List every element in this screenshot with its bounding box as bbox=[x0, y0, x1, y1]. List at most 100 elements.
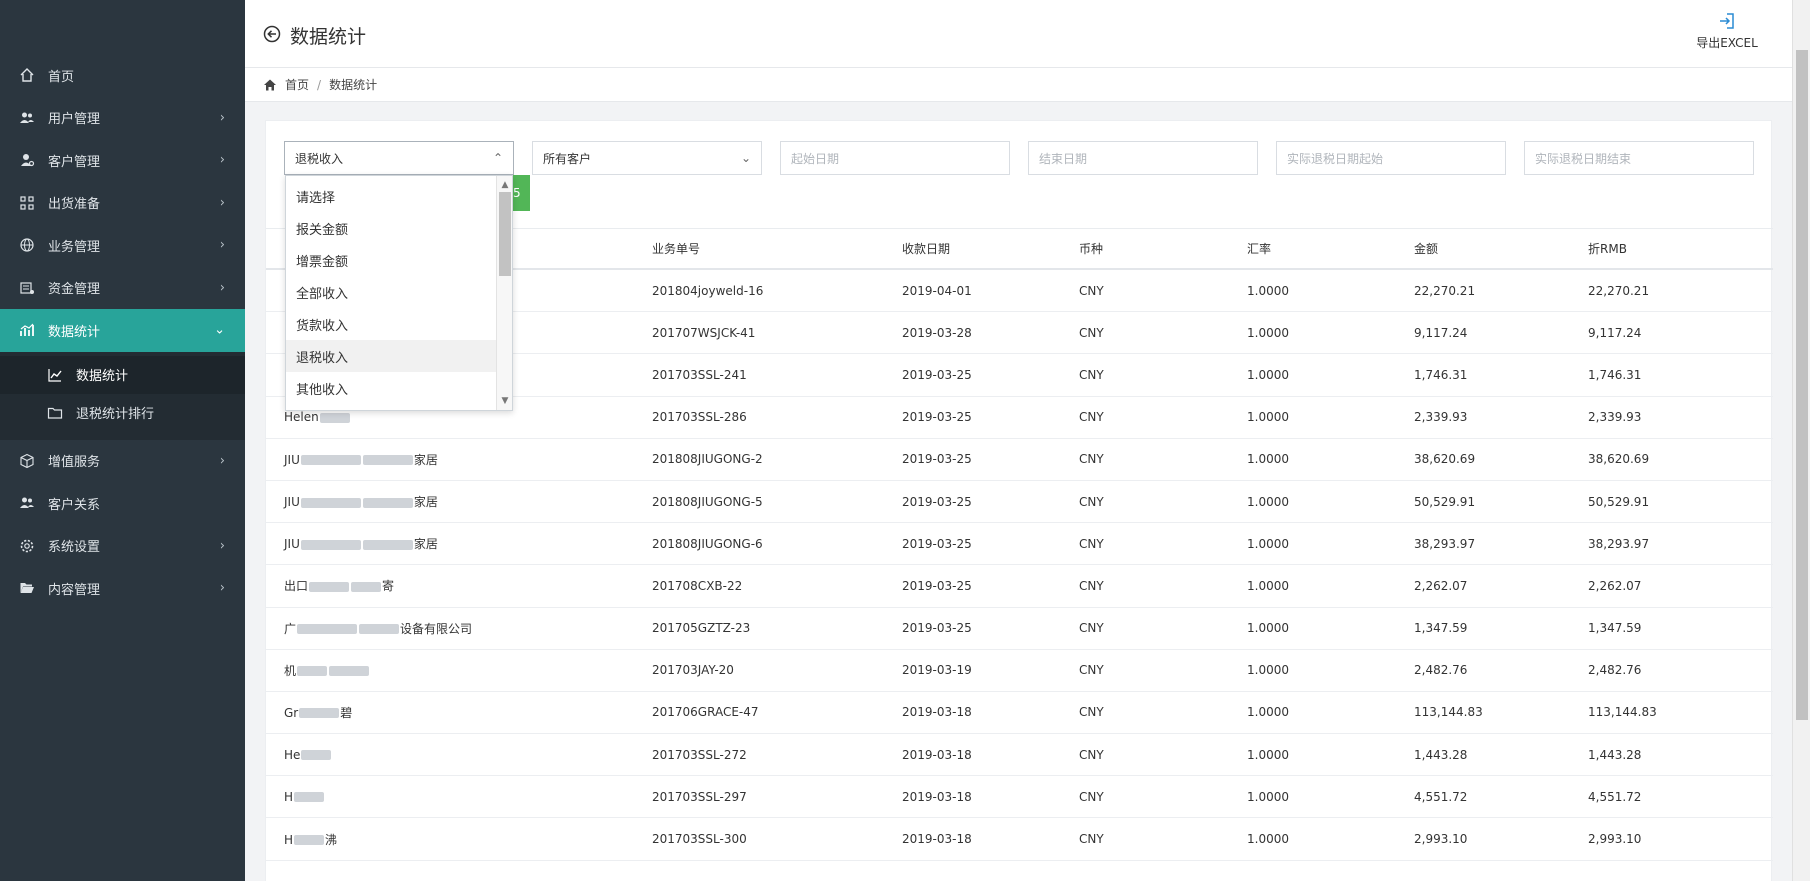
currency-cell: CNY bbox=[1079, 747, 1104, 762]
sidebar-item-customer-management[interactable]: 客户管理 › bbox=[0, 139, 245, 182]
page-scrollbar[interactable] bbox=[1792, 0, 1810, 881]
sidebar-menu: 首页 用户管理 › 客户管理 › 出货准备 › 业务管理 › 资金管理 › 数据… bbox=[0, 54, 245, 610]
order-number-cell: 201808JIUGONG-5 bbox=[652, 494, 763, 509]
customer-name-suffix: 家居 bbox=[413, 537, 438, 552]
refund-end-placeholder: 实际退税日期结束 bbox=[1535, 151, 1632, 166]
chevron-up-icon: ⌃ bbox=[492, 151, 503, 165]
receipt-date-cell: 2019-03-25 bbox=[902, 621, 972, 636]
order-number-cell: 201708CXB-22 bbox=[652, 578, 743, 593]
receipt-date-cell: 2019-03-18 bbox=[902, 789, 972, 804]
table-row[interactable]: JIU 家居 201808JIUGONG-2 2019-03-25 CNY 1.0000 3… bbox=[266, 439, 1773, 481]
table-row[interactable]: H 201703SSL-297 2019-03-18 CNY 1.0000 4,551.7… bbox=[266, 776, 1773, 819]
sidebar-item-label: 首页 bbox=[48, 69, 75, 85]
dropdown-option[interactable]: 其他收入 bbox=[286, 372, 498, 404]
line-chart-icon bbox=[46, 366, 64, 384]
dropdown-scrollbar[interactable]: ▲ ▼ bbox=[496, 176, 512, 410]
order-number-cell: 201804joyweld-16 bbox=[652, 283, 764, 298]
back-arrow-icon[interactable] bbox=[263, 25, 281, 43]
chevron-right-icon: › bbox=[219, 152, 225, 168]
cube-icon bbox=[18, 452, 36, 470]
customer-name-cell: He bbox=[266, 748, 652, 762]
refund-start-date-input[interactable]: 实际退税日期起始 bbox=[1276, 141, 1506, 175]
table-row[interactable]: 广 设备有限公司 201705GZTZ-23 2019-03-25 CNY 1.0000 1… bbox=[266, 608, 1773, 650]
income-type-select[interactable]: 退税收入 ⌃ bbox=[284, 141, 514, 175]
rmb-amount-cell: 22,270.21 bbox=[1588, 283, 1650, 298]
scroll-down-icon[interactable]: ▼ bbox=[497, 394, 513, 408]
customer-name-cell: Helen bbox=[266, 410, 652, 424]
dropdown-option[interactable]: 货款收入 bbox=[286, 308, 498, 340]
sidebar-item-value-added[interactable]: 增值服务 › bbox=[0, 440, 245, 483]
dropdown-scroll-thumb[interactable] bbox=[499, 192, 511, 276]
column-header: 折RMB bbox=[1588, 242, 1627, 256]
sidebar-item-fund-management[interactable]: 资金管理 › bbox=[0, 267, 245, 310]
customer-name-suffix: 寄 bbox=[382, 579, 395, 594]
customer-name-prefix: He bbox=[284, 747, 301, 762]
table-row[interactable]: JIU 家居 201808JIUGONG-5 2019-03-25 CNY 1.0000 5… bbox=[266, 481, 1773, 524]
table-row[interactable]: Gr 碧 201706GRACE-47 2019-03-18 CNY 1.0000 113,… bbox=[266, 692, 1773, 735]
sidebar-item-customer-relations[interactable]: 客户关系 bbox=[0, 482, 245, 525]
sidebar-subitem-label: 退税统计排行 bbox=[76, 407, 155, 422]
chevron-right-icon: › bbox=[219, 195, 225, 211]
export-icon bbox=[1720, 13, 1734, 29]
sidebar-item-user-management[interactable]: 用户管理 › bbox=[0, 97, 245, 140]
breadcrumb-separator: / bbox=[317, 77, 322, 92]
end-date-placeholder: 结束日期 bbox=[1039, 151, 1088, 166]
sidebar-item-label: 系统设置 bbox=[48, 540, 101, 556]
dropdown-option[interactable]: 报关金额 bbox=[286, 212, 498, 244]
sidebar-item-content-management[interactable]: 内容管理 › bbox=[0, 567, 245, 610]
sidebar-item-label: 资金管理 bbox=[48, 282, 101, 298]
customer-name-suffix: 碧 bbox=[340, 705, 353, 720]
table-row[interactable]: JIU 家居 201808JIUGONG-6 2019-03-25 CNY 1.0000 3… bbox=[266, 523, 1773, 566]
customer-name-suffix: 设备有限公司 bbox=[400, 621, 473, 636]
page-scroll-thumb[interactable] bbox=[1796, 50, 1808, 720]
redacted-text bbox=[309, 581, 350, 592]
currency-cell: CNY bbox=[1079, 663, 1104, 678]
sidebar-item-system-settings[interactable]: 系统设置 › bbox=[0, 525, 245, 568]
redacted-text bbox=[351, 581, 382, 592]
redacted-text bbox=[300, 455, 361, 466]
customer-name-cell: JIU 家居 bbox=[266, 535, 652, 552]
customer-name-cell: 机 bbox=[266, 662, 652, 679]
sidebar-subitem-data-statistics[interactable]: 数据统计 bbox=[0, 355, 245, 394]
order-number-cell: 201707WSJCK-41 bbox=[652, 325, 756, 340]
currency-cell: CNY bbox=[1079, 452, 1104, 467]
start-date-placeholder: 起始日期 bbox=[791, 151, 840, 166]
start-date-input[interactable]: 起始日期 bbox=[780, 141, 1010, 175]
table-row[interactable]: 出口 寄 201708CXB-22 2019-03-25 CNY 1.0000 2,262.… bbox=[266, 565, 1773, 608]
breadcrumb: 首页 / 数据统计 bbox=[245, 68, 1792, 102]
end-date-input[interactable]: 结束日期 bbox=[1028, 141, 1258, 175]
column-header: 汇率 bbox=[1247, 242, 1272, 256]
chevron-right-icon: › bbox=[219, 580, 225, 596]
dropdown-option[interactable]: 增票金额 bbox=[286, 244, 498, 276]
dropdown-option[interactable]: 全部收入 bbox=[286, 276, 498, 308]
customer-name-prefix: Helen bbox=[284, 410, 319, 425]
receipt-date-cell: 2019-03-25 bbox=[902, 536, 972, 551]
export-excel-button[interactable]: 导出EXCEL bbox=[1692, 12, 1762, 51]
rmb-amount-cell: 2,993.10 bbox=[1588, 832, 1642, 847]
sidebar-item-label: 增值服务 bbox=[48, 455, 101, 471]
dropdown-option[interactable]: 请选择 bbox=[286, 180, 498, 212]
sidebar-item-business-management[interactable]: 业务管理 › bbox=[0, 224, 245, 267]
sidebar-subitem-refund-ranking[interactable]: 退税统计排行 bbox=[0, 394, 245, 432]
dropdown-option-selected[interactable]: 退税收入 bbox=[286, 340, 498, 372]
breadcrumb-home-link[interactable]: 首页 bbox=[285, 76, 309, 93]
receipt-date-cell: 2019-03-25 bbox=[902, 452, 972, 467]
sidebar-item-home[interactable]: 首页 bbox=[0, 54, 245, 97]
exchange-rate-cell: 1.0000 bbox=[1247, 663, 1289, 678]
refund-end-date-input[interactable]: 实际退税日期结束 bbox=[1524, 141, 1754, 175]
sidebar-item-shipment-prep[interactable]: 出货准备 › bbox=[0, 182, 245, 225]
scroll-up-icon[interactable]: ▲ bbox=[497, 178, 513, 192]
chevron-right-icon: › bbox=[219, 538, 225, 554]
sidebar-item-label: 内容管理 bbox=[48, 582, 101, 598]
exchange-rate-cell: 1.0000 bbox=[1247, 536, 1289, 551]
sidebar-item-data-statistics[interactable]: 数据统计 ⌄ bbox=[0, 309, 245, 352]
customer-select[interactable]: 所有客户 ⌄ bbox=[532, 141, 762, 175]
table-row[interactable]: 机 201703JAY-20 2019-03-19 CNY 1.0000 2,482.76… bbox=[266, 650, 1773, 692]
exchange-rate-cell: 1.0000 bbox=[1247, 578, 1289, 593]
redacted-text bbox=[297, 666, 328, 677]
order-number-cell: 201808JIUGONG-2 bbox=[652, 452, 763, 467]
table-row[interactable]: He 201703SSL-272 2019-03-18 CNY 1.0000 1,443.… bbox=[266, 734, 1773, 777]
receipt-date-cell: 2019-03-25 bbox=[902, 494, 972, 509]
table-row[interactable]: H 沸 201703SSL-300 2019-03-18 CNY 1.0000 2,993.… bbox=[266, 818, 1773, 861]
folder-icon bbox=[46, 404, 64, 422]
